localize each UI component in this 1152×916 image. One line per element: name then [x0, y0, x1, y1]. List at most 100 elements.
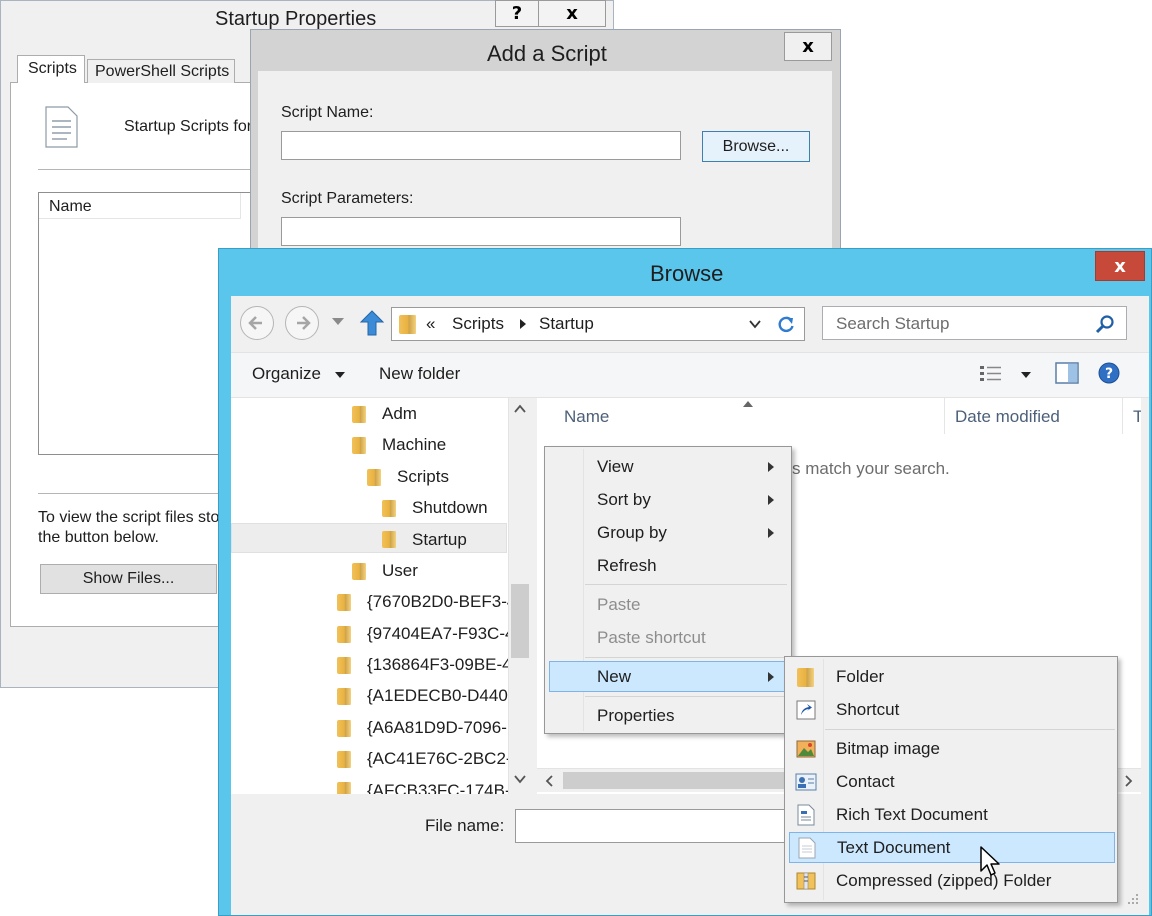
submenu-item-compressed-folder[interactable]: Compressed (zipped) Folder [787, 865, 1115, 896]
tree-item-user[interactable]: User [382, 561, 418, 581]
refresh-icon[interactable] [776, 315, 796, 335]
menu-label: Properties [597, 706, 675, 725]
tree-item-guid[interactable]: {A6A81D9D-7096- [367, 718, 507, 738]
back-button[interactable] [240, 306, 274, 340]
submenu-item-folder[interactable]: Folder [787, 661, 1115, 692]
tree-item-guid[interactable]: {136864F3-09BE-4 [367, 655, 512, 675]
navigation-pane[interactable]: Adm Machine Scripts Shutdown Startup Use… [231, 398, 532, 794]
submenu-item-rich-text-document[interactable]: Rich Text Document [787, 799, 1115, 830]
menu-label: Paste shortcut [597, 628, 706, 647]
column-header-name[interactable]: Name [39, 193, 241, 219]
submenu-item-bitmap-image[interactable]: Bitmap image [787, 733, 1115, 764]
menu-label: Text Document [837, 838, 951, 857]
resize-grip-icon[interactable] [1125, 891, 1139, 905]
tree-item-guid[interactable]: {AC41E76C-2BC2- [367, 749, 512, 769]
folder-icon [367, 469, 381, 486]
scroll-right-icon[interactable] [1121, 774, 1135, 788]
script-parameters-input[interactable] [281, 217, 681, 246]
folder-icon [337, 626, 351, 643]
zip-folder-icon [796, 871, 816, 891]
script-parameters-label: Script Parameters: [281, 190, 414, 207]
breadcrumb-overflow[interactable]: « [426, 314, 435, 334]
menu-label: Rich Text Document [836, 805, 988, 824]
startup-title: Startup Properties [215, 8, 377, 30]
menu-item-view[interactable]: View [547, 451, 789, 482]
scroll-up-icon[interactable] [513, 402, 527, 416]
scroll-left-icon[interactable] [543, 774, 557, 788]
tree-scrollbar[interactable] [508, 398, 532, 794]
column-header-name[interactable]: Name [564, 407, 609, 427]
column-header-type[interactable]: T [1133, 407, 1141, 427]
submenu-arrow-icon [768, 462, 774, 472]
new-folder-button[interactable]: New folder [379, 364, 460, 384]
browse-title: Browse [650, 261, 724, 286]
mouse-cursor-icon [980, 846, 1004, 882]
breadcrumb-startup[interactable]: Startup [539, 314, 594, 334]
up-arrow-icon[interactable] [359, 309, 385, 337]
tree-item-guid[interactable]: {A1EDECB0-D440- [367, 686, 513, 706]
organize-menu[interactable]: Organize [252, 364, 321, 384]
add-script-close-button[interactable]: x [784, 32, 832, 61]
folder-icon [337, 720, 351, 737]
organize-dropdown-icon[interactable] [335, 372, 345, 378]
tree-item-guid[interactable]: {97404EA7-F93C-4 [367, 624, 514, 644]
folder-icon [337, 657, 351, 674]
preview-pane-icon[interactable] [1055, 362, 1079, 384]
help-button[interactable]: ? [495, 0, 539, 27]
file-name-input[interactable] [515, 809, 795, 843]
breadcrumb-separator-icon [520, 319, 526, 329]
new-submenu: Folder Shortcut Bitmap image Contact Ric… [784, 656, 1118, 903]
menu-label: Folder [836, 667, 885, 686]
chevron-down-icon[interactable] [748, 317, 762, 331]
search-input[interactable]: Search Startup [822, 306, 1127, 340]
menu-item-refresh[interactable]: Refresh [547, 550, 789, 581]
tab-scripts[interactable]: Scripts [17, 55, 85, 83]
search-icon[interactable] [1095, 314, 1115, 334]
tree-item-machine[interactable]: Machine [382, 435, 446, 455]
show-files-button[interactable]: Show Files... [40, 564, 217, 594]
tree-item-guid[interactable]: {AFCB33FC-174B- [367, 781, 511, 794]
menu-label: Shortcut [836, 700, 900, 719]
browse-close-button[interactable]: x [1095, 251, 1145, 281]
forward-button[interactable] [285, 306, 319, 340]
submenu-item-text-document[interactable]: Text Document [789, 832, 1115, 863]
menu-item-paste-shortcut[interactable]: Paste shortcut [547, 622, 789, 653]
address-bar[interactable]: « Scripts Startup [391, 307, 805, 341]
scroll-down-icon[interactable] [513, 772, 527, 786]
menu-item-group-by[interactable]: Group by [547, 517, 789, 548]
browse-button[interactable]: Browse... [702, 131, 810, 162]
column-divider [1122, 398, 1123, 434]
menu-item-paste[interactable]: Paste [547, 589, 789, 620]
recent-locations-dropdown[interactable] [332, 318, 344, 325]
context-menu: View Sort by Group by Refresh Paste Past… [544, 446, 792, 734]
menu-separator [825, 729, 1115, 730]
scrollbar-thumb[interactable] [511, 584, 529, 658]
tree-item-adm[interactable]: Adm [382, 404, 417, 424]
view-options-icon[interactable] [979, 363, 1003, 383]
tree-item-shutdown[interactable]: Shutdown [412, 498, 488, 518]
help-icon[interactable]: ? [1098, 362, 1120, 384]
tree-item-startup[interactable]: Startup [412, 530, 467, 550]
bottom-text-1: To view the script files sto [38, 509, 220, 526]
tab-powershell-scripts[interactable]: PowerShell Scripts [87, 59, 235, 83]
view-dropdown-icon[interactable] [1021, 372, 1031, 378]
menu-item-new[interactable]: New [549, 661, 787, 692]
menu-label: View [597, 457, 634, 476]
tree-item-guid[interactable]: {7670B2D0-BEF3-4 [367, 592, 516, 612]
menu-separator [585, 696, 787, 697]
forward-arrow-icon [297, 316, 311, 330]
startup-close-button[interactable]: x [538, 0, 606, 27]
submenu-item-shortcut[interactable]: Shortcut [787, 694, 1115, 725]
breadcrumb-scripts[interactable]: Scripts [452, 314, 504, 334]
script-name-input[interactable] [281, 131, 681, 160]
toolbar [231, 352, 1149, 398]
menu-label: New [597, 667, 632, 686]
tree-item-scripts[interactable]: Scripts [397, 467, 449, 487]
menu-label: Refresh [597, 556, 657, 575]
column-header-date-modified[interactable]: Date modified [955, 407, 1060, 427]
submenu-item-contact[interactable]: Contact [787, 766, 1115, 797]
folder-icon [337, 688, 351, 705]
menu-item-sort-by[interactable]: Sort by [547, 484, 789, 515]
rich-text-icon [797, 804, 815, 826]
menu-item-properties[interactable]: Properties [547, 700, 789, 731]
